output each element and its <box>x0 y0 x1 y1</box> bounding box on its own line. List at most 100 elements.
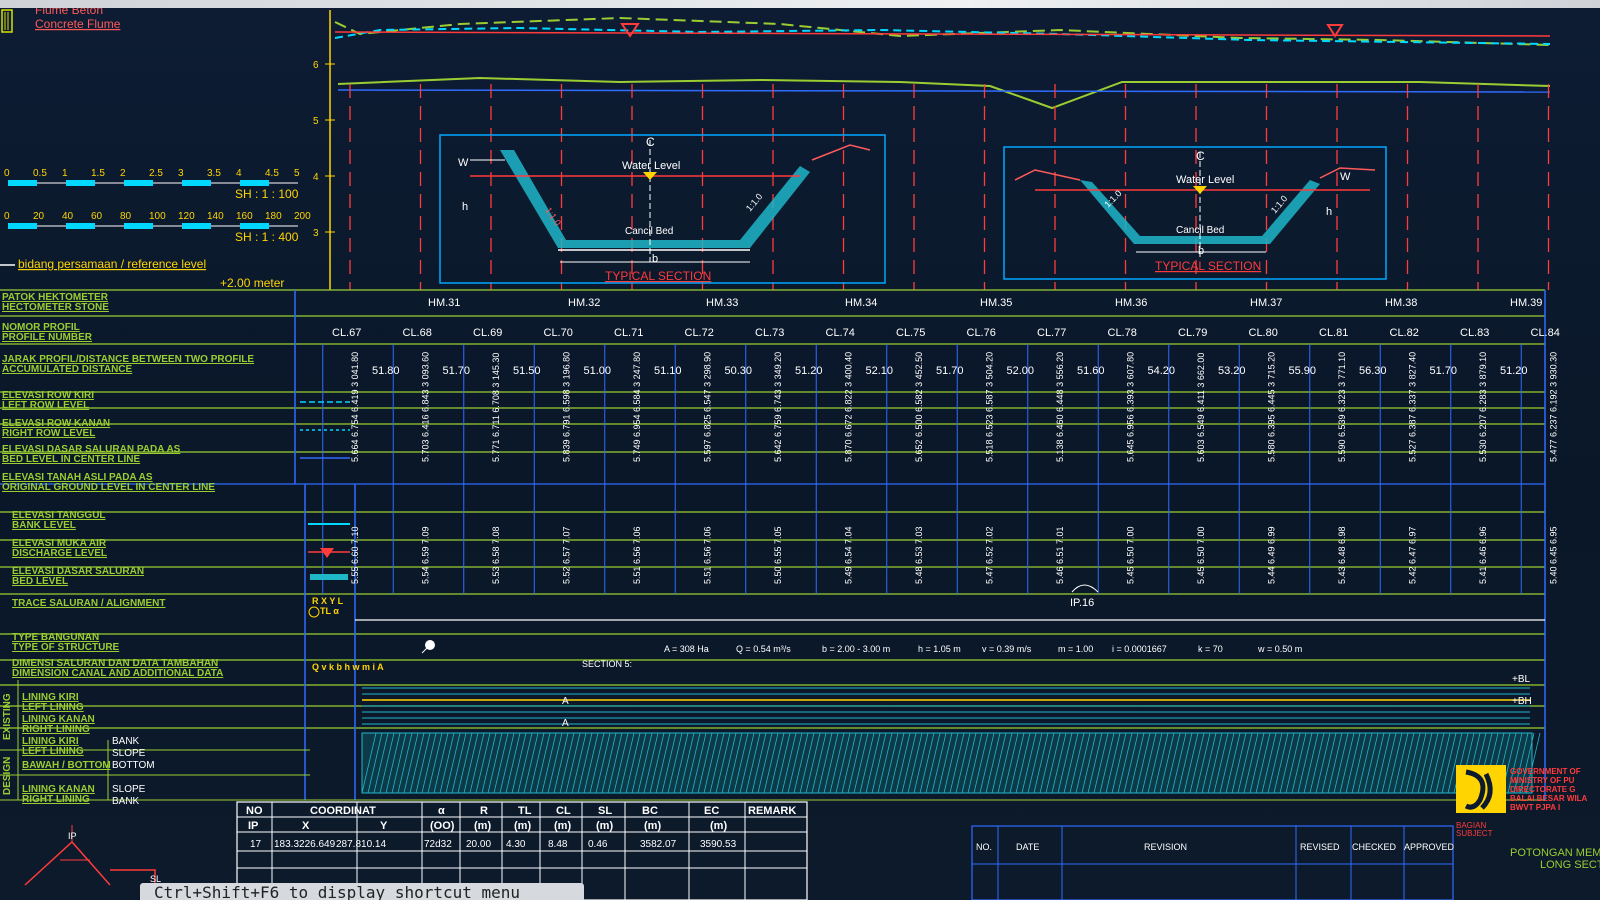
revision-header: NO. <box>976 842 992 852</box>
revision-table-border <box>971 825 1454 900</box>
row-labels: PATOK HEKTOMETERHECTOMETER STONENOMOR PR… <box>2 292 254 807</box>
revision-header: CHECKED <box>1352 842 1397 852</box>
distance-value: 56.30 <box>1359 365 1387 377</box>
section-1-title: TYPICAL SECTION <box>605 269 711 283</box>
accum-elev-value: 5.652 6.500 6.582 3 452.50 <box>914 352 924 462</box>
distance-labels: 51.80 51.70 51.50 51.00 51.10 50.30 51.20 52.10… <box>372 365 1528 377</box>
accum-elev-value: 5.527 6.387 6.337 3 827.40 <box>1408 352 1418 462</box>
window-top-edge <box>0 0 1600 8</box>
ip-label: IP.16 <box>1070 597 1094 609</box>
section-data-item: v = 0.39 m/s <box>982 644 1032 654</box>
row-label-dasar_as-en: BED LEVEL IN CENTER LINE <box>2 454 140 465</box>
section-data-item: w = 0.50 m <box>1257 644 1302 654</box>
lining-marker-a: A <box>562 696 569 707</box>
coord-cell: 0.46 <box>588 839 608 850</box>
coord-cell: 72d32 <box>424 839 452 850</box>
accum-elev-value: 5.603 6.549 6.411 3 662.00 <box>1196 353 1206 462</box>
section-2-centerline: C <box>1196 149 1205 163</box>
design-row-label-en: RIGHT LINING <box>22 794 90 805</box>
coord-cell: 4.30 <box>506 839 526 850</box>
coord-header: EC <box>704 805 719 817</box>
distance-value: 51.50 <box>513 365 541 377</box>
row-label-rowkanan-en: RIGHT ROW LEVEL <box>2 428 95 439</box>
design-row-label: BAWAH / BOTTOM <box>22 760 111 771</box>
accum-elev-value: 5.703 6.416 6.843 3 093.60 <box>421 352 431 462</box>
distance-value: 51.80 <box>372 365 400 377</box>
lining-marker-b: A <box>562 718 569 729</box>
lining-end-1: +BL <box>1512 674 1531 685</box>
side-label-existing: EXISTING <box>2 693 13 740</box>
long-section-drawing[interactable]: Flume Beton Concrete Flume 0 0.5 1 1.5 2 2.5 3… <box>0 0 1600 900</box>
coord-header-2: Y <box>380 820 388 832</box>
cad-drawing-canvas[interactable]: Flume Beton Concrete Flume 0 0.5 1 1.5 2 2.5 3… <box>0 0 1600 900</box>
cl-label: CL.68 <box>403 327 432 339</box>
level-value: 5.54 6.59 7.09 <box>421 526 431 584</box>
level-value: 5.51 6.56 7.06 <box>703 526 713 584</box>
cl-label: CL.83 <box>1460 327 1489 339</box>
cl-label: CL.73 <box>755 327 784 339</box>
coord-header: COORDINAT <box>310 805 376 817</box>
scale-bar-1 <box>8 180 298 186</box>
coord-header-2: IP <box>248 820 258 832</box>
coord-cell: 287.810.14 <box>336 839 386 850</box>
distance-value: 51.20 <box>1500 365 1528 377</box>
level-value: 5.50 6.55 7.05 <box>773 526 783 584</box>
coord-header: CL <box>556 805 571 817</box>
distance-value: 51.70 <box>443 365 471 377</box>
coord-cell: 3582.07 <box>640 839 677 850</box>
reference-level-label: bidang persamaan / reference level <box>18 257 206 271</box>
hm-label: HM.39 <box>1510 297 1542 309</box>
distance-value: 51.70 <box>1430 365 1458 377</box>
cl-label: CL.74 <box>826 327 855 339</box>
cl-label: CL.79 <box>1178 327 1207 339</box>
scale-2-tick: 160 <box>236 211 253 222</box>
scale-2-tick: 40 <box>62 211 74 222</box>
section-data-item: h = 1.05 m <box>918 644 961 654</box>
accum-elev-value: 5.771 6.711 6.708 3 145.30 <box>491 353 501 462</box>
level-value: 5.42 6.47 6.97 <box>1408 526 1418 584</box>
coord-cell: 8.48 <box>548 839 568 850</box>
design-row-label-en: LEFT LINING <box>22 746 84 757</box>
level-value: 5.44 6.49 6.99 <box>1267 526 1277 584</box>
hm-label: HM.34 <box>845 297 877 309</box>
distance-value: 51.00 <box>584 365 612 377</box>
design-row-sub: SLOPE <box>112 784 146 795</box>
shortcut-menu-hint[interactable]: Ctrl+Shift+F6 to display shortcut menu <box>140 883 584 900</box>
level-value: 5.46 6.51 7.01 <box>1055 526 1065 584</box>
dimension-symbols: Q v k b h w m i A <box>312 662 384 672</box>
coord-header: NO <box>246 805 263 817</box>
distance-value: 51.10 <box>654 365 682 377</box>
design-row-sub: BANK <box>112 736 140 747</box>
elevation-axis: 6 5 4 3 <box>313 60 335 239</box>
axis-tick-label: 4 <box>313 172 319 183</box>
row-label-dasar-en: BED LEVEL <box>12 576 68 587</box>
section-1-centerline: C <box>646 135 655 149</box>
coord-header-2: (m) <box>514 820 531 832</box>
coord-header: REMARK <box>748 805 796 817</box>
distance-value: 51.70 <box>936 365 964 377</box>
typical-section-1: C Water Level Cancil Bed 1:1.0 1:1.0 W h… <box>439 134 886 284</box>
section-1-h: h <box>462 201 468 213</box>
section-2-w: W <box>1340 171 1351 183</box>
design-row-sub: BOTTOM <box>112 760 155 771</box>
scale-1-tick: 2 <box>120 168 126 179</box>
level-value: 5.51 6.56 7.06 <box>632 526 642 584</box>
row-label-muka-en: DISCHARGE LEVEL <box>12 548 107 559</box>
level-value: 5.40 6.45 6.95 <box>1549 526 1559 584</box>
trace-symbol-2: TL α <box>320 606 339 616</box>
coord-header: R <box>480 805 488 817</box>
coord-cell: 3590.53 <box>700 839 737 850</box>
lining-hatch: AA +BL +BH <box>361 674 1541 794</box>
cl-label: CL.67 <box>332 327 361 339</box>
coord-header-2: (m) <box>474 820 491 832</box>
gov-line: MINISTRY OF PU <box>1510 776 1575 785</box>
scale-2-tick: 0 <box>4 211 10 222</box>
row-label-lkanan-en: RIGHT LINING <box>22 724 90 735</box>
revision-header: DATE <box>1016 842 1039 852</box>
accum-elev-value: 5.839 6.791 6.598 3 196.80 <box>562 352 572 462</box>
accum-elev-value: 5.138 6.460 6.448 3 556.20 <box>1055 352 1065 462</box>
coord-header: TL <box>518 805 532 817</box>
distance-value: 52.00 <box>1007 365 1035 377</box>
ip-curve <box>1071 584 1099 593</box>
section-data-item: b = 2.00 - 3.00 m <box>822 644 890 654</box>
